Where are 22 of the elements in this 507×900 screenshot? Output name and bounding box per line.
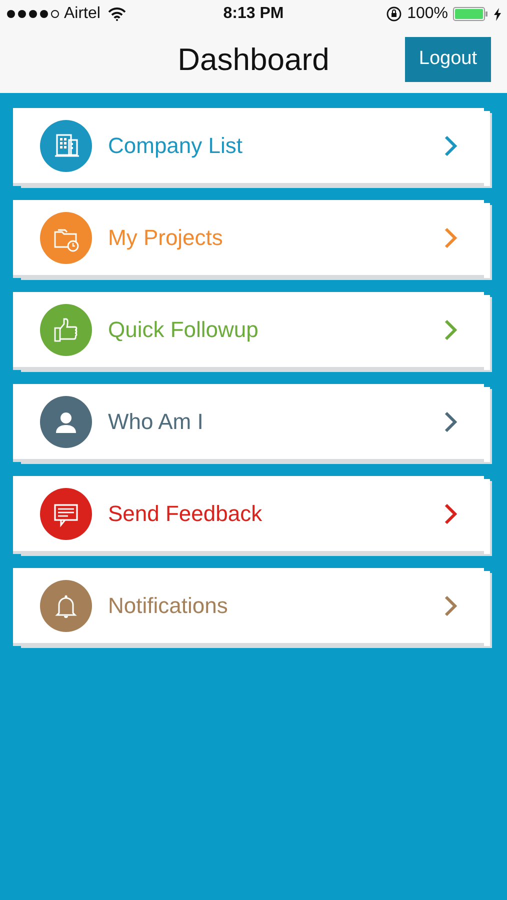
- charging-icon: [494, 8, 501, 20]
- menu-item[interactable]: Send Feedback: [13, 476, 484, 551]
- battery-percentage: 100%: [407, 4, 448, 24]
- chevron-icon: [444, 134, 458, 156]
- page-title: Dashboard: [178, 41, 330, 80]
- menu-item[interactable]: Company List: [13, 108, 484, 183]
- carrier-name: Airtel: [64, 4, 100, 24]
- menu-item[interactable]: Quick Followup: [13, 292, 484, 367]
- wifi-icon: [108, 7, 126, 21]
- logout-button[interactable]: Logout: [404, 37, 491, 82]
- chevron-icon: [444, 410, 458, 432]
- chevron-icon: [444, 226, 458, 248]
- menu-item[interactable]: Who Am I: [13, 384, 484, 459]
- chevron-icon: [444, 318, 458, 340]
- rotation-lock-icon: [386, 6, 402, 22]
- menu-item[interactable]: My Projects: [13, 200, 484, 275]
- clock-time: 8:13 PM: [223, 4, 284, 24]
- signal-icon: [6, 9, 60, 19]
- chevron-icon: [444, 502, 458, 524]
- battery-icon: [453, 7, 489, 21]
- menu-item[interactable]: Notifications: [13, 568, 484, 643]
- chevron-icon: [444, 594, 458, 616]
